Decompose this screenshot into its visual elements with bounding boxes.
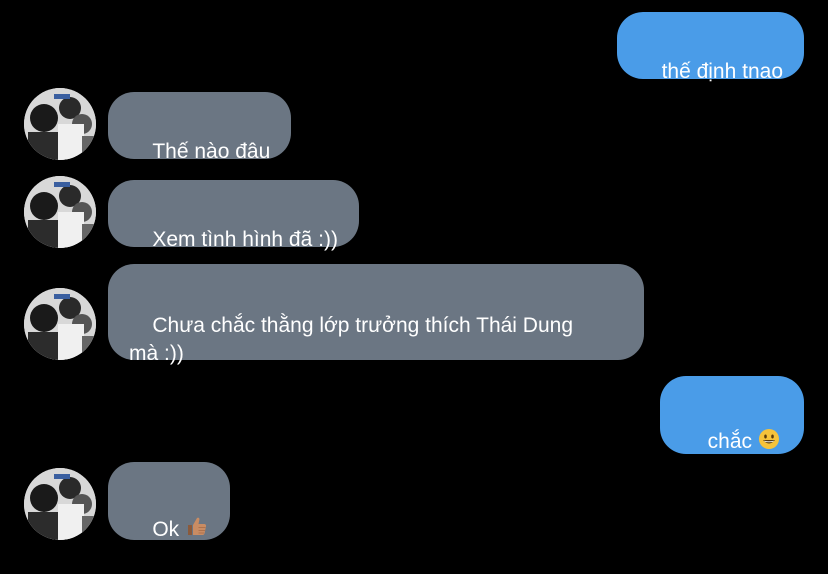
outgoing-message-bubble[interactable]: thế định tnao	[617, 12, 804, 83]
avatar[interactable]	[24, 176, 96, 248]
message-text: Chưa chắc thằng lớp trưởng thích Thái Du…	[129, 314, 574, 365]
avatar[interactable]	[24, 88, 96, 160]
message-text: Thế nào đâu	[152, 140, 271, 163]
outgoing-message-bubble[interactable]: chắc	[660, 376, 804, 454]
thumbs-up-icon	[185, 514, 209, 546]
message-text: chắc	[707, 430, 752, 453]
message-text: thế định tnao	[661, 60, 783, 83]
avatar[interactable]	[24, 468, 96, 540]
incoming-message-bubble[interactable]: Thế nào đâu	[108, 92, 292, 163]
message-text: Ok	[152, 518, 180, 541]
grinning-face-icon	[758, 428, 780, 458]
avatar-photo-icon	[24, 468, 96, 540]
avatar-photo-icon	[24, 176, 96, 248]
message-text: Xem tình hình đã :))	[152, 228, 338, 251]
incoming-message-bubble[interactable]: Ok	[108, 462, 231, 541]
avatar-photo-icon	[24, 88, 96, 160]
avatar[interactable]	[24, 288, 96, 360]
avatar-photo-icon	[24, 288, 96, 360]
incoming-message-bubble[interactable]: Chưa chắc thằng lớp trưởng thích Thái Du…	[108, 264, 644, 365]
incoming-message-bubble[interactable]: Xem tình hình đã :))	[108, 180, 359, 251]
